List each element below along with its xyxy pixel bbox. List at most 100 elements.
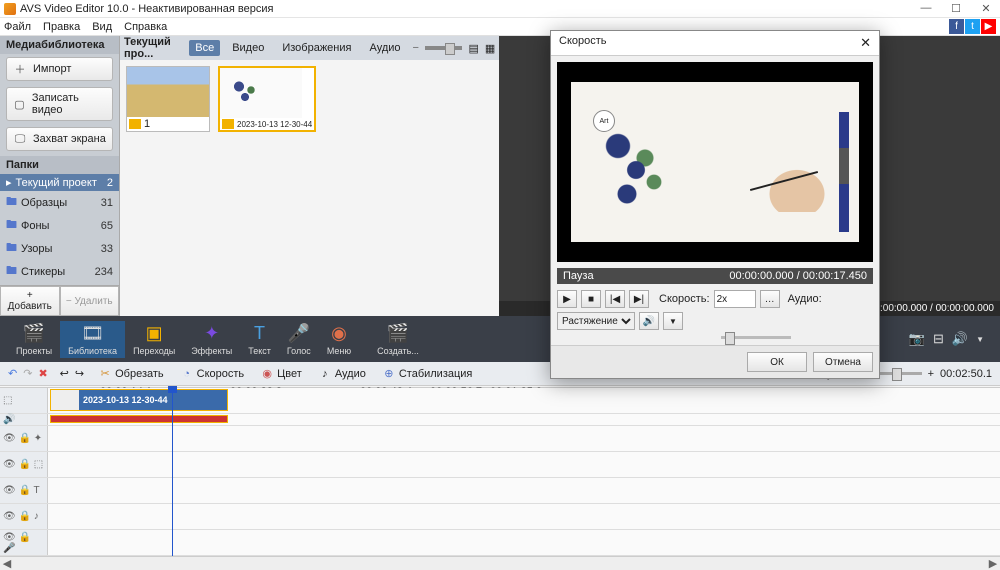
import-button[interactable]: ＋Импорт xyxy=(6,57,113,81)
tab-text[interactable]: TТекст xyxy=(240,321,279,358)
track-effects[interactable] xyxy=(48,426,1000,451)
speed-input[interactable] xyxy=(714,290,756,308)
media-thumb-2[interactable]: 2023-10-13 12-30-44 xyxy=(218,66,316,132)
dialog-controls: ▶ ■ |◀ ▶| Скорость: … Аудио: Растяжение … xyxy=(557,290,873,330)
h-scrollbar[interactable]: ◀▶ xyxy=(0,556,1000,570)
gallery-body: 1 2023-10-13 12-30-44 xyxy=(120,60,499,316)
track-effects-head[interactable]: 👁 🔒 ✦ xyxy=(0,426,48,451)
video-clip[interactable]: 2023-10-13 12-30-44 xyxy=(50,389,228,411)
gallery-title: Текущий про... xyxy=(124,36,183,60)
dialog-titlebar[interactable]: Скорость ✕ xyxy=(551,31,879,56)
playback-state: Пауза xyxy=(563,270,594,282)
trim-button[interactable]: ✂Обрезать xyxy=(96,366,166,382)
ok-button[interactable]: ОК xyxy=(747,352,807,372)
speed-slider[interactable] xyxy=(721,336,791,339)
folder-stickers[interactable]: 🖿Стикеры234 xyxy=(0,260,119,283)
volume-icon[interactable]: 🔊 xyxy=(952,331,968,347)
redo-history-icon[interactable]: ↪ xyxy=(75,367,84,380)
scroll-left-icon[interactable]: ◀ xyxy=(0,557,14,570)
tab-audio[interactable]: Аудио xyxy=(363,40,406,56)
undo-icon[interactable]: ↶ xyxy=(8,367,17,380)
tab-transitions[interactable]: ▣Переходы xyxy=(125,321,183,358)
folder-backgrounds[interactable]: 🖿Фоны65 xyxy=(0,214,119,237)
track-text[interactable] xyxy=(48,478,1000,503)
tab-effects[interactable]: ✦Эффекты xyxy=(183,321,240,358)
dialog-close-icon[interactable]: ✕ xyxy=(860,35,871,51)
track-music[interactable] xyxy=(48,504,1000,529)
audio-clip[interactable] xyxy=(50,415,228,423)
medialib-header: Медиабиблиотека xyxy=(0,36,119,54)
track-audio-head[interactable]: 🔊 xyxy=(0,414,48,425)
tab-projects[interactable]: 🎬Проекты xyxy=(8,321,60,358)
volume-dropdown-icon[interactable]: ▼ xyxy=(976,335,984,344)
track-audio[interactable] xyxy=(48,414,1000,425)
tab-menu[interactable]: ◉Меню xyxy=(319,321,359,358)
tab-voice[interactable]: 🎤Голос xyxy=(279,321,319,358)
folder-patterns[interactable]: 🖿Узоры33 xyxy=(0,237,119,260)
scroll-right-icon[interactable]: ▶ xyxy=(986,557,1000,570)
folder-current-project[interactable]: ▸Текущий проект2 xyxy=(0,174,119,191)
folder-icon: 🖿 xyxy=(6,216,17,235)
cancel-button[interactable]: Отмена xyxy=(813,352,873,372)
playhead[interactable] xyxy=(172,386,173,556)
zoom-minus-icon[interactable]: − xyxy=(413,42,419,54)
zoom-in-icon[interactable]: + xyxy=(928,368,934,380)
tab-all[interactable]: Все xyxy=(189,40,220,56)
record-video-button[interactable]: ▢Записать видео xyxy=(6,87,113,121)
track-overlay-head[interactable]: 👁 🔒 ⬚ xyxy=(0,452,48,477)
add-folder-button[interactable]: + Добавить xyxy=(0,286,60,316)
delete-icon[interactable]: ✖ xyxy=(38,367,47,380)
twitter-icon[interactable]: t xyxy=(965,19,980,34)
maximize-button[interactable]: ☐ xyxy=(946,2,966,15)
dlg-play-button[interactable]: ▶ xyxy=(557,290,577,308)
thumb-zoom-slider[interactable] xyxy=(425,46,462,50)
track-text-head[interactable]: 👁 🔒 T xyxy=(0,478,48,503)
speed-label: Скорость: xyxy=(659,293,710,305)
menu-edit[interactable]: Правка xyxy=(43,21,80,33)
dlg-volume-button[interactable]: 🔊 xyxy=(639,312,659,330)
stabilization-button[interactable]: ⊕Стабилизация xyxy=(380,366,475,382)
facebook-icon[interactable]: f xyxy=(949,19,964,34)
menu-file[interactable]: Файл xyxy=(4,21,31,33)
list-view-icon[interactable]: ▤ xyxy=(468,42,478,55)
preview-hand xyxy=(749,152,829,212)
speed-button[interactable]: ◔Скорость xyxy=(178,366,247,382)
track-video-head[interactable]: ⬚ xyxy=(0,388,48,413)
split-icon[interactable]: ⊟ xyxy=(933,331,944,347)
tab-images[interactable]: Изображения xyxy=(276,40,357,56)
tab-video[interactable]: Видео xyxy=(226,40,270,56)
audio-button[interactable]: ♪Аудио xyxy=(316,366,368,382)
youtube-icon[interactable]: ▶ xyxy=(981,19,996,34)
track-voice-head[interactable]: 👁 🔒 🎤 xyxy=(0,530,48,555)
undo-history-icon[interactable]: ↩ xyxy=(60,367,69,380)
menu-help[interactable]: Справка xyxy=(124,21,167,33)
screen-capture-button[interactable]: 🖵Захват экрана xyxy=(6,127,113,151)
delete-folder-button[interactable]: − Удалить xyxy=(60,286,120,316)
media-thumb-1[interactable]: 1 xyxy=(126,66,210,132)
folder-icon: 🖿 xyxy=(6,262,17,281)
dlg-volume-drop-button[interactable]: ▼ xyxy=(663,312,683,330)
track-video[interactable]: 2023-10-13 12-30-44 xyxy=(48,388,1000,413)
track-overlay[interactable] xyxy=(48,452,1000,477)
dlg-prev-button[interactable]: |◀ xyxy=(605,290,625,308)
close-button[interactable]: ✕ xyxy=(976,2,996,15)
tab-library[interactable]: 🎞Библиотека xyxy=(60,321,125,358)
color-button[interactable]: ◉Цвет xyxy=(258,366,304,382)
folder-samples[interactable]: 🖿Образцы31 xyxy=(0,191,119,214)
snapshot-icon[interactable]: 📷 xyxy=(909,331,925,347)
create-button[interactable]: 🎬Создать... xyxy=(369,321,427,358)
speed-more-button[interactable]: … xyxy=(760,290,780,308)
dialog-preview: Art xyxy=(557,62,873,262)
track-voice[interactable] xyxy=(48,530,1000,555)
transitions-icon: ▣ xyxy=(146,323,163,344)
dlg-stop-button[interactable]: ■ xyxy=(581,290,601,308)
dlg-next-button[interactable]: ▶| xyxy=(629,290,649,308)
redo-icon[interactable]: ↷ xyxy=(23,367,32,380)
gauge-icon: ◔ xyxy=(180,367,194,381)
audio-mode-select[interactable]: Растяжение xyxy=(557,312,635,330)
minimize-button[interactable]: — xyxy=(916,2,936,15)
menu-view[interactable]: Вид xyxy=(92,21,112,33)
track-music-head[interactable]: 👁 🔒 ♪ xyxy=(0,504,48,529)
note-icon: ♪ xyxy=(318,367,332,381)
grid-view-icon[interactable]: ▦ xyxy=(485,42,495,55)
